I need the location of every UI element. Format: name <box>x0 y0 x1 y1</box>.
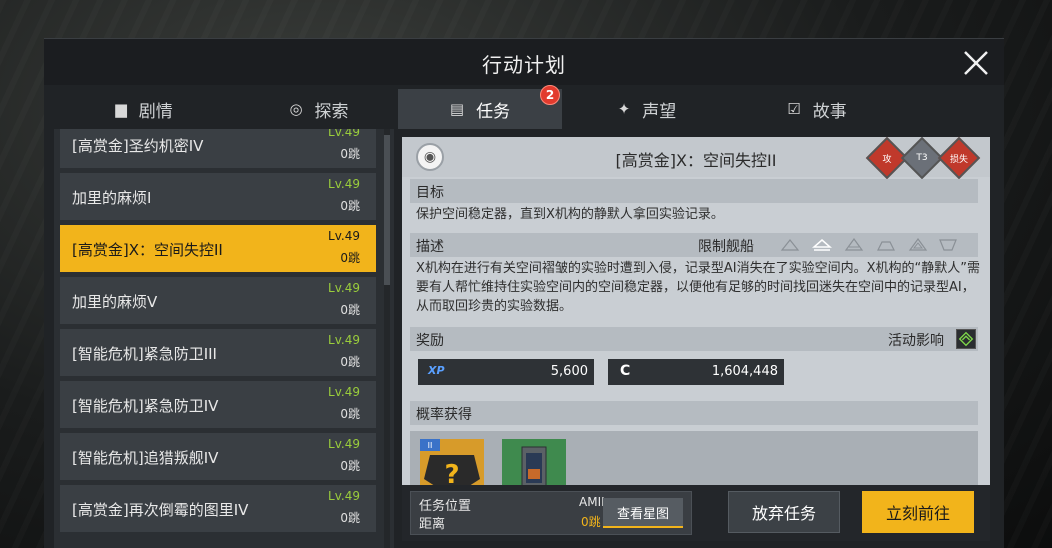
list-item[interactable]: [智能危机]紧急防卫III Lv.49 0跳 <box>60 329 376 376</box>
svg-text:II: II <box>428 441 433 450</box>
mission-jumps: 0跳 <box>340 355 360 369</box>
mission-level: Lv.49 <box>328 489 360 503</box>
credit-reward: C 1,604,448 <box>608 359 784 385</box>
ship-class-icon <box>908 238 928 251</box>
mission-list[interactable]: [高赏金]圣约机密IV Lv.49 0跳 加里的麻烦I Lv.49 0跳 [高赏… <box>54 129 394 548</box>
tab-label: 故事 <box>812 101 847 122</box>
tab-label: 探索 <box>314 101 349 122</box>
objective-header: 目标 <box>410 179 978 203</box>
location-label: 任务位置 <box>419 499 472 514</box>
credit-icon: C <box>620 363 631 379</box>
tab-reputation[interactable]: ✦ 声望 <box>562 89 732 129</box>
location-value: AMII <box>579 495 605 509</box>
description-text: X机构在进行有关空间褶皱的实验时遭到入侵，记录型AI消失在了实验空间内。X机构的… <box>416 261 981 314</box>
ship-class-icon <box>812 239 832 251</box>
xp-reward: XP 5,600 <box>418 359 594 385</box>
description-label: 描述 <box>416 239 444 255</box>
mission-name: 加里的麻烦V <box>72 293 158 311</box>
xp-icon: XP <box>428 364 445 377</box>
close-icon <box>964 51 988 75</box>
mission-count-badge: 2 <box>540 85 560 105</box>
list-item[interactable]: 加里的麻烦I Lv.49 0跳 <box>60 173 376 220</box>
list-item[interactable]: [智能危机]紧急防卫IV Lv.49 0跳 <box>60 381 376 428</box>
mission-jumps: 0跳 <box>340 511 360 525</box>
mission-icon: ▤ <box>449 100 465 118</box>
objective-text: 保护空间稳定器，直到X机构的静默人拿回实验记录。 <box>416 207 724 222</box>
mission-level: Lv.49 <box>328 437 360 451</box>
mission-jumps: 0跳 <box>340 407 360 421</box>
reputation-icon: ✦ <box>617 100 631 118</box>
mission-jumps: 0跳 <box>340 147 360 161</box>
tab-tale[interactable]: ☑ 故事 <box>732 89 902 129</box>
view-starmap-button[interactable]: 查看星图 <box>603 498 683 528</box>
mission-level: Lv.49 <box>328 229 360 243</box>
title-bar: 行动计划 <box>44 39 1004 85</box>
list-item[interactable]: 加里的麻烦V Lv.49 0跳 <box>60 277 376 324</box>
detail-header: ◉ [高赏金]X：空间失控II 攻 T3 损失 <box>402 136 990 180</box>
tab-story[interactable]: ▆ 剧情 <box>54 89 234 129</box>
mission-level: Lv.49 <box>328 385 360 399</box>
list-item-selected[interactable]: [高赏金]X：空间失控II Lv.49 0跳 <box>60 225 376 272</box>
tab-label: 任务 <box>476 101 511 122</box>
explore-icon: ◎ <box>289 100 303 118</box>
mission-jumps: 0跳 <box>340 251 360 265</box>
ship-class-icon <box>780 239 800 251</box>
ship-class-icon <box>844 238 864 251</box>
activity-impact-icon[interactable] <box>956 329 976 349</box>
book-icon: ▆ <box>115 100 127 118</box>
mission-level: Lv.49 <box>328 177 360 191</box>
mission-jumps: 0跳 <box>340 303 360 317</box>
go-now-button[interactable]: 立刻前往 <box>862 491 974 533</box>
mission-level: Lv.49 <box>328 129 360 139</box>
reward-label: 奖励 <box>416 333 444 349</box>
description-header: 描述 限制舰船 <box>410 233 978 257</box>
abandon-mission-button[interactable]: 放弃任务 <box>728 491 840 533</box>
mission-name: [智能危机]紧急防卫III <box>72 345 217 363</box>
distance-label: 距离 <box>419 517 446 532</box>
loss-tag-icon: 损失 <box>937 136 981 180</box>
restrict-ship-label: 限制舰船 <box>698 239 754 255</box>
mission-level: Lv.49 <box>328 281 360 295</box>
distance-value: 0跳 <box>581 515 601 529</box>
tab-bar: ▆ 剧情 ◎ 探索 ▤ 任务 2 ✦ 声望 ☑ 故事 <box>44 85 1004 129</box>
drop-label: 概率获得 <box>416 407 472 423</box>
list-item[interactable]: [高赏金]圣约机密IV Lv.49 0跳 <box>60 129 376 168</box>
mission-detail-panel: ◉ [高赏金]X：空间失控II 攻 T3 损失 目标 保护空间稳定器，直到X机构… <box>402 136 990 541</box>
credit-value: 1,604,448 <box>711 364 778 379</box>
location-box: 任务位置 距离 AMII 0跳 查看星图 <box>410 491 692 535</box>
tab-mission[interactable]: ▤ 任务 <box>398 89 562 129</box>
list-scroll-thumb[interactable] <box>384 135 390 285</box>
tab-label: 剧情 <box>138 101 173 122</box>
mission-name: 加里的麻烦I <box>72 189 152 207</box>
close-button[interactable] <box>960 47 992 79</box>
drop-header: 概率获得 <box>410 401 978 425</box>
tab-explore[interactable]: ◎ 探索 <box>234 89 404 129</box>
mission-name: [智能危机]追猎叛舰IV <box>72 449 219 467</box>
action-plan-dialog: 行动计划 ▆ 剧情 ◎ 探索 ▤ 任务 2 ✦ 声望 ☑ 故事 [高赏金]圣约机… <box>44 38 1004 548</box>
story-icon: ☑ <box>787 100 801 118</box>
reward-header: 奖励 活动影响 <box>410 327 978 351</box>
mission-jumps: 0跳 <box>340 199 360 213</box>
mission-level: Lv.49 <box>328 333 360 347</box>
list-item[interactable]: [高赏金]再次倒霉的图里IV Lv.49 0跳 <box>60 485 376 532</box>
mission-name: [智能危机]紧急防卫IV <box>72 397 219 415</box>
activity-impact-label: 活动影响 <box>888 333 944 349</box>
mission-name: [高赏金]X：空间失控II <box>72 241 223 259</box>
list-item[interactable]: [智能危机]追猎叛舰IV Lv.49 0跳 <box>60 433 376 480</box>
ship-class-icon <box>877 241 895 251</box>
mission-name: [高赏金]圣约机密IV <box>72 137 204 155</box>
objective-label: 目标 <box>416 185 444 201</box>
bottom-bar: 任务位置 距离 AMII 0跳 查看星图 放弃任务 立刻前往 <box>402 485 990 541</box>
dialog-title: 行动计划 <box>482 53 566 77</box>
ship-class-icon <box>939 239 957 251</box>
xp-value: 5,600 <box>550 364 588 379</box>
mission-jumps: 0跳 <box>340 459 360 473</box>
mission-name: [高赏金]再次倒霉的图里IV <box>72 501 249 519</box>
tab-label: 声望 <box>642 101 677 122</box>
